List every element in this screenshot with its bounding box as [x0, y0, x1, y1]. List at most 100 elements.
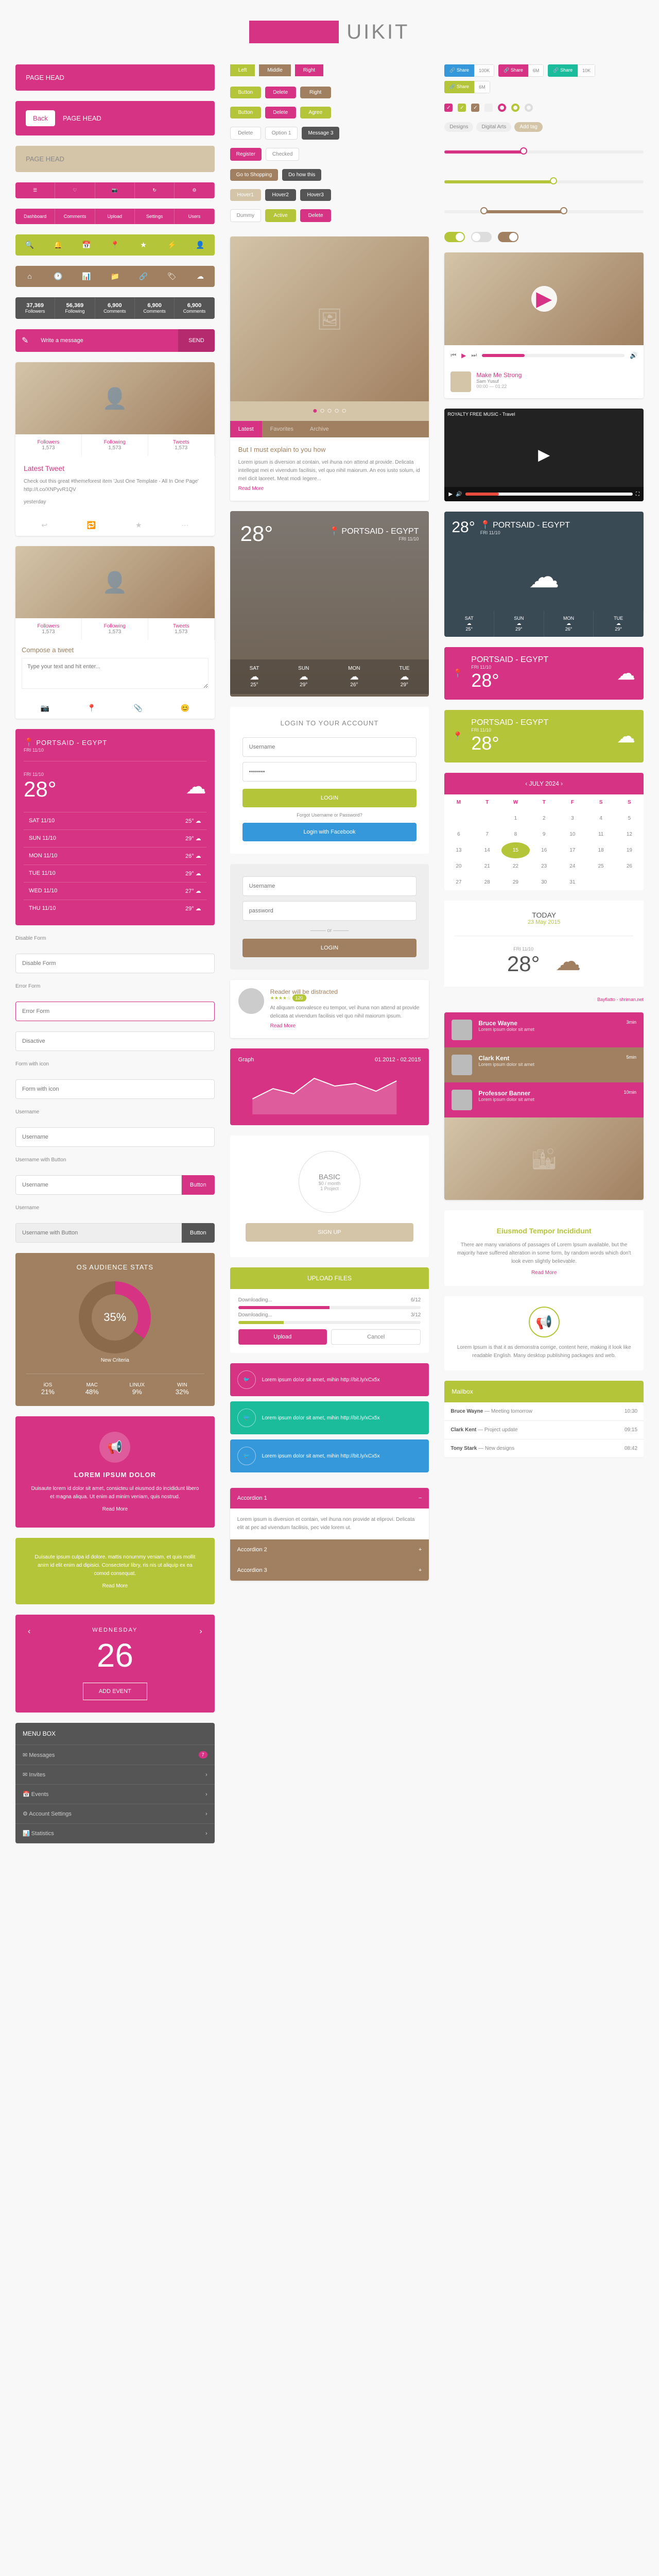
tab-archive[interactable]: Archive	[302, 421, 337, 437]
tag[interactable]: Designs	[444, 122, 473, 132]
button[interactable]: Delete	[265, 87, 296, 98]
calendar-day[interactable]	[473, 810, 501, 826]
calendar-day[interactable]: 14	[473, 842, 501, 858]
user-icon[interactable]: 👤	[186, 234, 214, 256]
bolt-icon[interactable]: ⚡	[158, 234, 186, 256]
calendar-day[interactable]	[587, 874, 615, 890]
map-icon[interactable]: 📍	[101, 234, 129, 256]
disable-input[interactable]	[15, 954, 215, 973]
calendar-day[interactable]: 28	[473, 874, 501, 890]
star-icon[interactable]: ★	[129, 234, 158, 256]
acc-2[interactable]: Accordion 2+	[230, 1539, 429, 1560]
toggle-on[interactable]	[444, 232, 465, 242]
button[interactable]: Checked	[266, 148, 299, 161]
button[interactable]: Dummy	[230, 209, 261, 222]
read-more[interactable]: Read More	[270, 1023, 296, 1029]
calendar-day[interactable]: 20	[444, 858, 473, 874]
share-button[interactable]: 🔗 Share100K	[444, 64, 494, 77]
login-user[interactable]	[242, 737, 417, 757]
calendar-day[interactable]: 16	[530, 842, 558, 858]
username-input[interactable]	[15, 1127, 215, 1147]
social-card[interactable]: 🐦Lorem ipsum dolor sit amet, mihin http:…	[230, 1401, 429, 1434]
compose-textarea[interactable]	[22, 658, 209, 689]
cloud-icon[interactable]: ☁	[186, 266, 214, 287]
nav-users[interactable]: Users	[175, 209, 214, 224]
calendar-day[interactable]: 5	[615, 810, 644, 826]
video-thumb[interactable]: ▶	[444, 252, 644, 345]
forgot-link[interactable]: Forgot Username or Password?	[242, 812, 417, 818]
user-btn-input[interactable]	[15, 1175, 182, 1195]
play-icon[interactable]: ▶	[461, 352, 466, 359]
calendar-day[interactable]: 11	[587, 826, 615, 842]
slider-olive[interactable]	[444, 180, 644, 183]
bell-icon[interactable]: 🔔	[44, 234, 72, 256]
input-button[interactable]: Button	[182, 1175, 215, 1195]
calendar-day[interactable]: 25	[587, 858, 615, 874]
link-icon[interactable]: 🔗	[129, 266, 158, 287]
share-button[interactable]: 🔗 Share6M	[444, 81, 490, 93]
back-button[interactable]: Back	[26, 110, 55, 126]
tab-tweets[interactable]: Tweets1,573	[148, 434, 215, 456]
button[interactable]: Hover2	[265, 189, 296, 201]
checkbox[interactable]: ✓	[471, 104, 479, 112]
error-input[interactable]	[15, 1002, 215, 1021]
login-fb[interactable]: Login with Facebook	[242, 823, 417, 841]
calendar-day[interactable]	[615, 874, 644, 890]
chevron-left-icon[interactable]: ‹	[525, 780, 527, 787]
checkbox[interactable]	[484, 104, 493, 112]
volume-icon[interactable]: 🔊	[630, 352, 637, 359]
button[interactable]: Register	[230, 148, 262, 161]
checkbox[interactable]: ✓	[458, 104, 466, 112]
toggle[interactable]	[498, 232, 518, 242]
menu-item[interactable]: 📊 Statistics›	[15, 1824, 215, 1843]
login2-pass[interactable]	[242, 901, 417, 921]
radio[interactable]	[525, 104, 533, 112]
radio[interactable]	[511, 104, 519, 112]
calendar-day[interactable]: 10	[558, 826, 586, 842]
calendar-icon[interactable]: 📅	[72, 234, 100, 256]
folder-icon[interactable]: 📁	[101, 266, 129, 287]
tag-icon[interactable]: 🏷	[158, 266, 186, 287]
toggle-off[interactable]	[471, 232, 492, 242]
acc-1[interactable]: Accordion 1−	[230, 1488, 429, 1509]
button[interactable]: Hover1	[230, 189, 261, 201]
button[interactable]: Agree	[300, 107, 331, 118]
calendar-day[interactable]: 27	[444, 874, 473, 890]
nav-dashboard[interactable]: Dashboard	[15, 209, 55, 224]
radio[interactable]	[498, 104, 506, 112]
calendar-day[interactable]: 7	[473, 826, 501, 842]
add-event-button[interactable]: ADD EVENT	[83, 1683, 147, 1700]
clock-icon[interactable]: 🕐	[44, 266, 72, 287]
mail-row[interactable]: Tony Stark — New designs 08:42	[444, 1439, 644, 1458]
menu-item[interactable]: ✉ Invites›	[15, 1765, 215, 1785]
calendar-day[interactable]: 3	[558, 810, 586, 826]
read-more[interactable]: Read More	[455, 1270, 633, 1276]
tab-followers[interactable]: Followers1,573	[15, 434, 82, 456]
read-more[interactable]: Read More	[31, 1583, 199, 1589]
button[interactable]: Button	[230, 87, 261, 98]
social-card[interactable]: 🐦Lorem ipsum dolor sit amet, mihin http:…	[230, 1363, 429, 1396]
prev-icon[interactable]: ⏮	[450, 351, 456, 359]
chevron-left-icon[interactable]: ‹	[28, 1627, 30, 1636]
button[interactable]: Button	[230, 107, 261, 118]
mail-row[interactable]: Bruce Wayne — Meeting tomorrow 10:30	[444, 1402, 644, 1421]
calendar-day[interactable]: 4	[587, 810, 615, 826]
menu-item[interactable]: ✉ Messages7	[15, 1745, 215, 1765]
user-btn-input-2[interactable]	[15, 1223, 182, 1243]
login-button[interactable]: LOGIN	[242, 789, 417, 807]
calendar-day[interactable]: 17	[558, 842, 586, 858]
login2-user[interactable]	[242, 876, 417, 896]
message-input[interactable]	[34, 329, 178, 352]
login2-button[interactable]: LOGIN	[242, 939, 417, 957]
calendar-day[interactable]: 8	[501, 826, 530, 842]
camera-icon[interactable]: 📷	[95, 182, 135, 198]
login-pass[interactable]	[242, 762, 417, 782]
button[interactable]: Delete	[230, 127, 261, 140]
calendar-day[interactable]: 26	[615, 858, 644, 874]
calendar-day[interactable]: 15	[501, 842, 530, 858]
tab-latest[interactable]: Latest	[230, 421, 262, 437]
mail-row[interactable]: Clark Kent — Project update 09:15	[444, 1421, 644, 1439]
menu-icon[interactable]: ☰	[15, 182, 55, 198]
calendar-day[interactable]: 6	[444, 826, 473, 842]
calendar-day[interactable]: 31	[558, 874, 586, 890]
